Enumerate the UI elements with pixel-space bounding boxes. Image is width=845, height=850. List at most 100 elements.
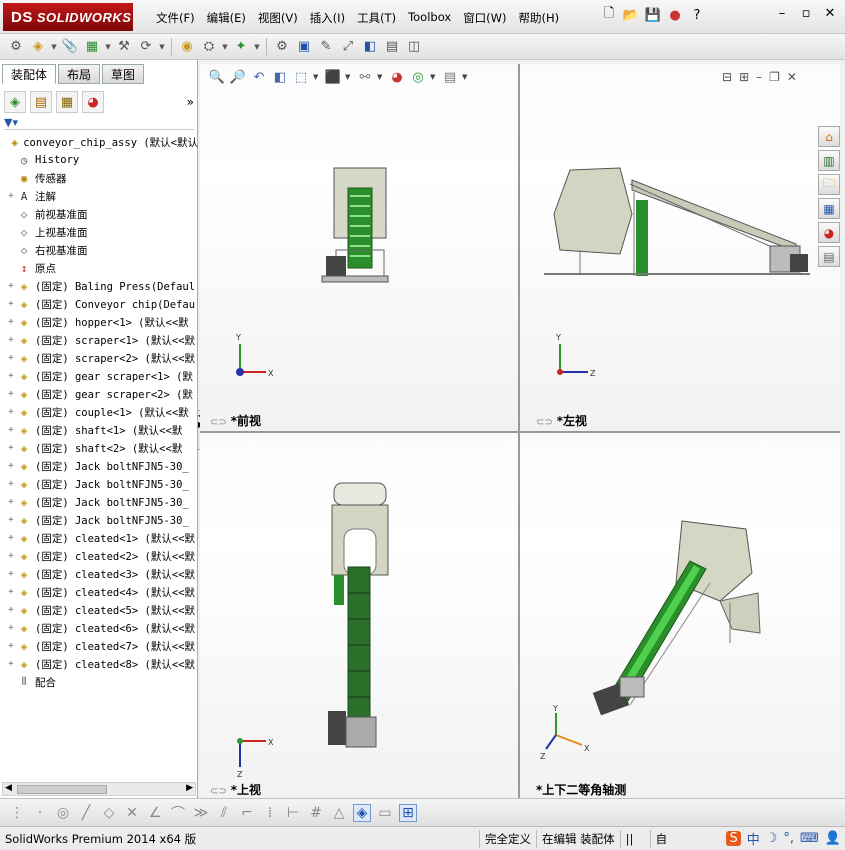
- punctuation-icon[interactable]: °,: [783, 831, 794, 846]
- rebuild-icon[interactable]: ●: [666, 6, 684, 24]
- viewport-left[interactable]: Y Z ⊂⊃ *左视: [520, 64, 840, 431]
- tree-item[interactable]: + ◈ (固定) hopper<1> (默认<<默: [0, 313, 198, 331]
- tree-item[interactable]: + ◈ (固定) gear scraper<1> (默: [0, 367, 198, 385]
- menu-window[interactable]: 窗口(W): [457, 8, 512, 28]
- design-library-icon[interactable]: ▥: [818, 150, 840, 171]
- view-settings-icon[interactable]: ▤: [441, 68, 459, 86]
- appearances-icon[interactable]: ◕: [818, 222, 840, 243]
- insert-components-icon[interactable]: ◈: [28, 37, 48, 57]
- interference-icon[interactable]: ⤢: [338, 37, 358, 57]
- tree-item[interactable]: + ◈ (固定) gear scraper<2> (默: [0, 385, 198, 403]
- hide-show-items-icon[interactable]: ⚯: [356, 68, 374, 86]
- circle-icon[interactable]: ◎: [54, 805, 72, 821]
- configuration-manager-icon[interactable]: ▦: [56, 91, 78, 113]
- chevron-down-icon[interactable]: ▼: [50, 37, 58, 57]
- display-style-icon[interactable]: ⬛: [324, 68, 342, 86]
- show-hidden-icon[interactable]: ◉: [177, 37, 197, 57]
- expand-toggle-icon[interactable]: +: [6, 569, 16, 579]
- chevron-down-icon[interactable]: ▼: [221, 37, 229, 57]
- close-icon[interactable]: ✕: [821, 6, 839, 21]
- bill-of-materials-icon[interactable]: ⚙: [272, 37, 292, 57]
- expand-toggle-icon[interactable]: +: [6, 641, 16, 651]
- tab-sketch[interactable]: 草图: [102, 64, 145, 84]
- instant3d-icon[interactable]: ◧: [360, 37, 380, 57]
- tree-item[interactable]: ◈ conveyor_chip_assy (默认<默认: [0, 133, 198, 151]
- viewport-isometric[interactable]: Y X Z *上下二等角轴测: [520, 433, 840, 798]
- motion-study-icon[interactable]: ▤: [382, 37, 402, 57]
- expand-toggle-icon[interactable]: +: [6, 605, 16, 615]
- solidworks-logo[interactable]: DS SOLIDWORKS: [3, 3, 133, 31]
- relation-icon[interactable]: △: [330, 805, 348, 821]
- construction-icon[interactable]: ⁞: [261, 805, 279, 821]
- edit-component-icon[interactable]: ⚙: [6, 37, 26, 57]
- tree-item[interactable]: + ◈ (固定) Jack boltNFJN5-30_: [0, 475, 198, 493]
- previous-view-icon[interactable]: ↶: [250, 68, 268, 86]
- zoom-to-area-icon[interactable]: 🔎: [229, 68, 247, 86]
- new-document-icon[interactable]: 🗋: [600, 6, 618, 24]
- mirror-icon[interactable]: ⫽: [215, 805, 233, 821]
- save-icon[interactable]: 💾: [644, 6, 662, 24]
- smart-fasteners-icon[interactable]: ⚒: [114, 37, 134, 57]
- chevron-down-icon[interactable]: ▼: [158, 37, 166, 57]
- expand-toggle-icon[interactable]: +: [6, 461, 16, 471]
- chevron-down-icon[interactable]: ▼: [313, 73, 321, 81]
- sketch-fillet-icon[interactable]: ⌒: [169, 803, 187, 823]
- expand-toggle-icon[interactable]: +: [6, 281, 16, 291]
- tree-item[interactable]: + ◈ (固定) Conveyor chip(Defau: [0, 295, 198, 313]
- scroll-thumb[interactable]: [17, 785, 107, 794]
- viewport-top[interactable]: Z X ⊂⊃ *上视: [200, 433, 518, 798]
- corner-icon[interactable]: ⌐: [238, 805, 256, 821]
- expand-toggle-icon[interactable]: +: [6, 425, 16, 435]
- tree-item[interactable]: + ◈ (固定) cleated<5> (默认<<默: [0, 601, 198, 619]
- scroll-left-icon[interactable]: ◀: [5, 783, 12, 793]
- sogou-ime-icon[interactable]: S: [726, 831, 741, 846]
- section-view-icon[interactable]: ◧: [271, 68, 289, 86]
- chevron-down-icon[interactable]: ▼: [462, 73, 470, 81]
- chevron-right-icon[interactable]: »: [187, 95, 194, 109]
- tree-item[interactable]: ◇ 前视基准面: [0, 205, 198, 223]
- shaded-cube-icon[interactable]: ◈: [353, 803, 371, 822]
- exploded-view-icon[interactable]: ▣: [294, 37, 314, 57]
- expand-toggle-icon[interactable]: +: [6, 497, 16, 507]
- doc-restore-icon[interactable]: ❐: [769, 70, 780, 84]
- doc-minimize-icon[interactable]: –: [756, 70, 762, 84]
- view-orientation-icon[interactable]: ⬚: [292, 68, 310, 86]
- menu-tools[interactable]: 工具(T): [351, 8, 402, 28]
- polygon-icon[interactable]: ◇: [100, 805, 118, 821]
- property-manager-icon[interactable]: ▤: [30, 91, 52, 113]
- tree-item[interactable]: + ◈ (固定) cleated<7> (默认<<默: [0, 637, 198, 655]
- horizontal-scrollbar[interactable]: ◀ ▶: [2, 782, 196, 796]
- expand-toggle-icon[interactable]: +: [6, 443, 16, 453]
- keyboard-icon[interactable]: ⌨: [800, 831, 819, 846]
- move-component-icon[interactable]: ⟳: [136, 37, 156, 57]
- chevron-down-icon[interactable]: ▼: [345, 73, 353, 81]
- tree-item[interactable]: ↕ 原点: [0, 259, 198, 277]
- tree-item[interactable]: + ◈ (固定) Jack boltNFJN5-30_: [0, 457, 198, 475]
- tree-item[interactable]: + ◈ (固定) cleated<8> (默认<<默: [0, 655, 198, 673]
- tree-item[interactable]: + ◈ (固定) Jack boltNFJN5-30_: [0, 511, 198, 529]
- home-icon[interactable]: ⌂: [818, 126, 840, 147]
- menu-file[interactable]: 文件(F): [150, 8, 201, 28]
- tree-item[interactable]: ◉ 传感器: [0, 169, 198, 187]
- viewport-vertical-splitter[interactable]: [518, 64, 520, 798]
- minimize-icon[interactable]: –: [773, 6, 791, 21]
- split-horizontal-icon[interactable]: ⊟: [722, 70, 732, 84]
- expand-toggle-icon[interactable]: +: [6, 353, 16, 363]
- menu-insert[interactable]: 插入(I): [304, 8, 351, 28]
- tree-item[interactable]: + ◈ (固定) Baling Press(Defaul: [0, 277, 198, 295]
- trim-icon[interactable]: ✕: [123, 805, 141, 821]
- tab-layout[interactable]: 布局: [58, 64, 101, 84]
- expand-toggle-icon[interactable]: +: [6, 317, 16, 327]
- tab-assembly[interactable]: 装配体: [2, 64, 57, 84]
- large-design-review-icon[interactable]: ◫: [404, 37, 424, 57]
- expand-toggle-icon[interactable]: +: [6, 299, 16, 309]
- viewport-horizontal-splitter[interactable]: [200, 431, 840, 433]
- menu-help[interactable]: 帮助(H): [513, 8, 566, 28]
- expand-toggle-icon[interactable]: +: [6, 551, 16, 561]
- tree-item[interactable]: + ◈ (固定) cleated<3> (默认<<默: [0, 565, 198, 583]
- feature-manager-icon[interactable]: ◈: [4, 91, 26, 113]
- explode-line-icon[interactable]: ✎: [316, 37, 336, 57]
- tree-item[interactable]: + ◈ (固定) scraper<2> (默认<<默: [0, 349, 198, 367]
- dimension-icon[interactable]: ⊢: [284, 805, 302, 821]
- expand-toggle-icon[interactable]: +: [6, 371, 16, 381]
